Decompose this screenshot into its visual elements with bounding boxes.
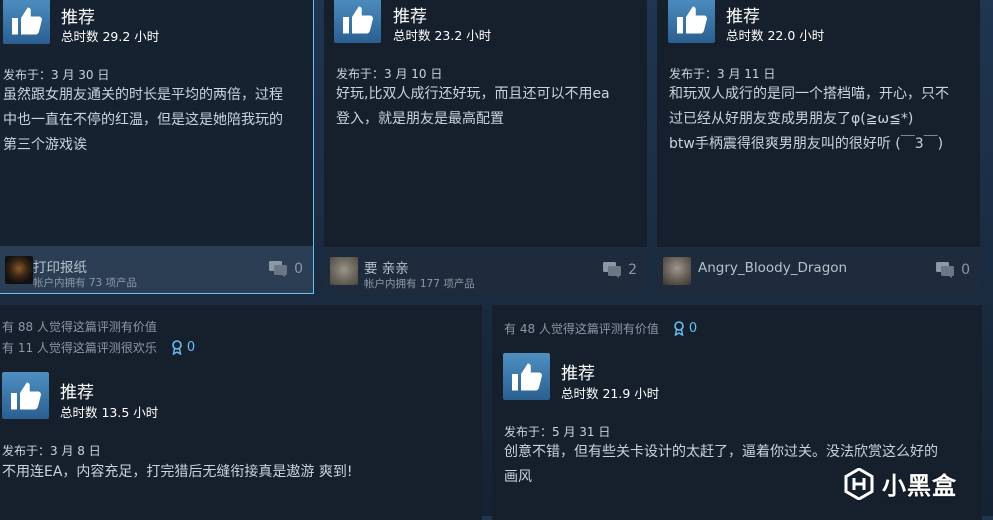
post-date: 发布于：3 月 10 日: [336, 67, 443, 81]
comment-button[interactable]: 0: [936, 262, 970, 278]
thumbs-up-icon: [668, 0, 715, 43]
helpful-count: 有 48 人觉得这篇评测有价值 0: [504, 321, 698, 336]
review-card-1[interactable]: 推荐 总时数 29.2 小时 发布于：3 月 30 日 虽然跟女朋友通关的时长是…: [0, 0, 314, 294]
hours-played: 总时数 23.2 小时: [393, 28, 492, 43]
avatar[interactable]: [663, 257, 691, 285]
hours-played: 总时数 29.2 小时: [61, 29, 160, 44]
review-footer: Angry_Bloody_Dragon 0: [657, 247, 980, 294]
products-owned[interactable]: 帐户内拥有 177 项产品: [364, 276, 475, 291]
review-text: 虽然跟女朋友通关的时长是平均的两倍，过程 中也一直在不停的红温，但是这是她陪我玩的…: [3, 87, 283, 153]
recommend-label: 推荐: [60, 383, 94, 403]
thumbs-up-icon: [3, 0, 50, 44]
recommend-label: 推荐: [561, 364, 595, 384]
hours-played: 总时数 22.0 小时: [726, 28, 825, 43]
comment-icon: [269, 261, 288, 277]
review-card-4[interactable]: 有 88 人觉得这篇评测有价值 有 11 人觉得这篇评测很欢乐 0 推荐 总时数…: [0, 305, 482, 520]
award-icon: [172, 340, 182, 355]
thumbs-up-icon: [503, 353, 550, 400]
review-text: 不用连EA，内容充足，打完猎后无缝衔接真是遨游 爽到!: [2, 464, 353, 480]
comment-count: 0: [961, 262, 970, 278]
xiaoheihe-logo-icon: [844, 467, 874, 500]
thumbs-up-icon: [2, 372, 49, 419]
post-date: 发布于：5 月 31 日: [504, 425, 611, 439]
award-count: 0: [688, 321, 698, 336]
products-owned[interactable]: 帐户内拥有 73 项产品: [33, 275, 137, 290]
comment-count: 0: [294, 261, 303, 277]
thumbs-up-icon: [334, 0, 381, 43]
award-count: 0: [186, 340, 196, 355]
comment-count: 2: [628, 262, 637, 278]
recommend-label: 推荐: [726, 7, 760, 27]
helpful-count: 有 88 人觉得这篇评测有价值: [2, 320, 157, 334]
hours-played: 总时数 13.5 小时: [60, 405, 159, 420]
avatar[interactable]: [330, 257, 358, 285]
watermark-text: 小黑盒: [882, 472, 957, 500]
review-footer: 要 亲亲 帐户内拥有 177 项产品 2: [324, 247, 647, 294]
funny-count: 有 11 人觉得这篇评测很欢乐 0: [2, 340, 196, 355]
review-text: 和玩双人成行的是同一个搭档喵，开心，只不 过已经从好朋友变成男朋友了φ(≧ω≦*)…: [669, 86, 949, 152]
recommend-label: 推荐: [393, 7, 427, 27]
post-date: 发布于：3 月 30 日: [3, 68, 110, 82]
avatar[interactable]: [5, 256, 33, 284]
award-icon: [674, 321, 684, 336]
review-text: 好玩,比双人成行还好玩，而且还可以不用ea 登入，就是朋友是最高配置: [336, 86, 610, 127]
username[interactable]: Angry_Bloody_Dragon: [698, 260, 847, 276]
username[interactable]: 要 亲亲: [364, 257, 409, 277]
award-button[interactable]: 0: [171, 340, 195, 355]
comment-button[interactable]: 0: [269, 261, 303, 277]
award-button[interactable]: 0: [673, 321, 697, 336]
comment-icon: [603, 262, 622, 278]
review-card-3[interactable]: 推荐 总时数 22.0 小时 发布于：3 月 11 日 和玩双人成行的是同一个搭…: [657, 0, 980, 294]
username[interactable]: 打印报纸: [33, 256, 87, 276]
review-card-2[interactable]: 推荐 总时数 23.2 小时 发布于：3 月 10 日 好玩,比双人成行还好玩，…: [324, 0, 647, 294]
watermark-logo: 小黑盒: [844, 466, 957, 501]
hours-played: 总时数 21.9 小时: [561, 386, 660, 401]
post-date: 发布于：3 月 8 日: [2, 444, 101, 458]
post-date: 发布于：3 月 11 日: [669, 67, 776, 81]
recommend-label: 推荐: [61, 8, 95, 28]
comment-icon: [936, 262, 955, 278]
review-footer: 打印报纸 帐户内拥有 73 项产品 0: [0, 246, 313, 293]
comment-button[interactable]: 2: [603, 262, 637, 278]
